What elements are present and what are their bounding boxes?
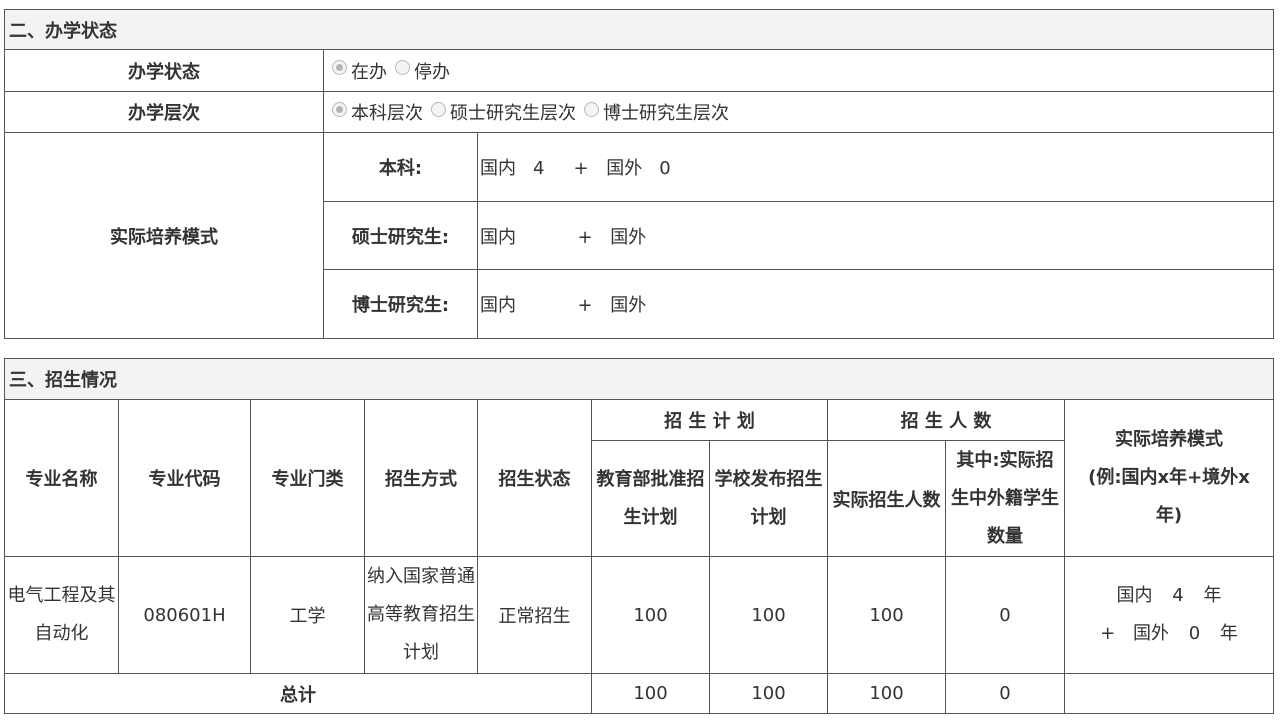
total-plan-school: 100 [709, 673, 828, 714]
total-training-mode [1064, 673, 1274, 714]
plus-sign: + [1100, 623, 1116, 644]
header-count-group: 招 生 人 数 [827, 399, 1065, 441]
cell-major-code: 080601H [118, 556, 251, 674]
mode-row-label: 本科: [323, 132, 478, 202]
domestic-years: 4 [1172, 585, 1184, 606]
header-line: 教育部批准招 [596, 468, 705, 490]
domestic-label: 国内 [480, 158, 516, 179]
foreign-label: 国外 [610, 295, 647, 316]
header-category: 专业门类 [250, 399, 365, 557]
plus-sign: + [577, 295, 593, 316]
total-count-actual: 100 [827, 673, 946, 714]
section-title: 三、招生情况 [4, 358, 1274, 400]
cell-category: 工学 [250, 556, 365, 674]
total-row: 总计 100 100 100 0 [4, 673, 1274, 714]
mode-row-label: 博士研究生: [323, 269, 478, 339]
plus-sign: + [573, 158, 589, 179]
cell-plan-moe: 100 [591, 556, 710, 674]
mode-row-value: 国内 + 国外 [477, 201, 1274, 270]
domestic-label: 国内 [480, 295, 516, 316]
radio-unchecked-icon [395, 60, 410, 75]
level-radio-undergrad[interactable]: 本科层次 [332, 99, 423, 125]
header-line: 实际培养模式 [1115, 429, 1223, 450]
cell-count-actual: 100 [827, 556, 946, 674]
total-label: 总计 [4, 673, 592, 714]
domestic-years[interactable]: 4 [528, 158, 550, 179]
cell-training-mode: 国内 4 年 + 国外 0 年 [1064, 556, 1274, 674]
header-plan-moe: 教育部批准招 生计划 [591, 440, 710, 557]
status-radio-active[interactable]: 在办 [332, 58, 387, 84]
cell-status: 正常招生 [477, 556, 592, 674]
cell-line: 纳入国家普通 [367, 566, 475, 587]
domestic-label: 国内 [480, 226, 516, 248]
header-line: 计划 [750, 506, 787, 528]
foreign-years: 0 [1188, 623, 1201, 644]
header-line: 学校发布招生 [714, 468, 823, 490]
radio-unchecked-icon [431, 101, 446, 117]
mode-row-value: 国内 + 国外 [477, 269, 1274, 339]
cell-method: 纳入国家普通 高等教育招生 计划 [364, 556, 478, 674]
level-radio-master[interactable]: 硕士研究生层次 [431, 99, 576, 125]
radio-label: 博士研究生层次 [603, 103, 729, 124]
cell-line: 计划 [403, 642, 439, 663]
domestic-label: 国内 [1116, 585, 1153, 606]
level-label: 办学层次 [4, 91, 324, 133]
mode-label: 实际培养模式 [4, 132, 324, 339]
level-options: 本科层次 硕士研究生层次 博士研究生层次 [323, 91, 1274, 133]
status-options: 在办 停办 [323, 49, 1274, 92]
radio-label: 本科层次 [351, 103, 423, 124]
status-label: 办学状态 [4, 49, 324, 92]
section-title: 二、办学状态 [4, 9, 1274, 50]
level-radio-doctor[interactable]: 博士研究生层次 [584, 99, 729, 125]
radio-checked-icon [332, 60, 347, 75]
header-training-mode: 实际培养模式 (例:国内x年+境外x 年) [1064, 399, 1274, 557]
radio-unchecked-icon [584, 101, 599, 117]
radio-checked-icon [332, 101, 347, 117]
plus-sign: + [577, 226, 593, 248]
mode-row-value: 国内 4 + 国外 0 [477, 132, 1274, 202]
foreign-label: 国外 [606, 158, 643, 179]
total-count-foreign: 0 [945, 673, 1065, 714]
mode-row-label: 硕士研究生: [323, 201, 478, 270]
mode-line-1: 国内 4 年 [1065, 577, 1273, 615]
foreign-label: 国外 [610, 226, 647, 248]
header-major-name: 专业名称 [4, 399, 119, 557]
header-line: 生计划 [623, 506, 678, 528]
mode-line-2: + 国外 0 年 [1065, 615, 1273, 653]
header-line: 数量 [987, 525, 1023, 547]
header-method: 招生方式 [364, 399, 478, 557]
header-plan-school: 学校发布招生 计划 [709, 440, 828, 557]
year-unit: 年 [1219, 623, 1238, 644]
header-status: 招生状态 [477, 399, 592, 557]
header-line: 生中外籍学生 [951, 487, 1059, 509]
year-unit: 年 [1203, 585, 1222, 606]
total-plan-moe: 100 [591, 673, 710, 714]
header-line: 其中:实际招 [956, 449, 1054, 471]
header-count-foreign: 其中:实际招 生中外籍学生 数量 [945, 440, 1065, 557]
foreign-label: 国外 [1132, 623, 1169, 644]
enrollment-table: 三、招生情况 专业名称 专业代码 专业门类 招生方式 招生状态 招 生 计 划 … [4, 358, 1274, 714]
cell-line: 自动化 [34, 623, 89, 644]
status-radio-closed[interactable]: 停办 [395, 58, 450, 84]
cell-plan-school: 100 [709, 556, 828, 674]
header-major-code: 专业代码 [118, 399, 251, 557]
header-line: 年) [1155, 505, 1183, 526]
foreign-years[interactable]: 0 [654, 158, 676, 179]
header-plan-group: 招 生 计 划 [591, 399, 828, 441]
table-row: 电气工程及其 自动化 080601H 工学 纳入国家普通 高等教育招生 计划 正… [4, 556, 1274, 674]
header-count-actual: 实际招生人数 [827, 440, 946, 557]
cell-line: 高等教育招生 [367, 604, 475, 625]
radio-label: 在办 [351, 61, 387, 83]
header-line: (例:国内x年+境外x [1088, 467, 1250, 488]
school-status-table: 二、办学状态 办学状态 在办 停办 办学层次 本科层次 硕士研究生层次 博士研究… [4, 9, 1274, 339]
cell-major-name: 电气工程及其 自动化 [4, 556, 119, 674]
cell-line: 电气工程及其 [7, 585, 116, 606]
cell-count-foreign: 0 [945, 556, 1065, 674]
radio-label: 停办 [414, 61, 450, 83]
radio-label: 硕士研究生层次 [450, 103, 576, 124]
